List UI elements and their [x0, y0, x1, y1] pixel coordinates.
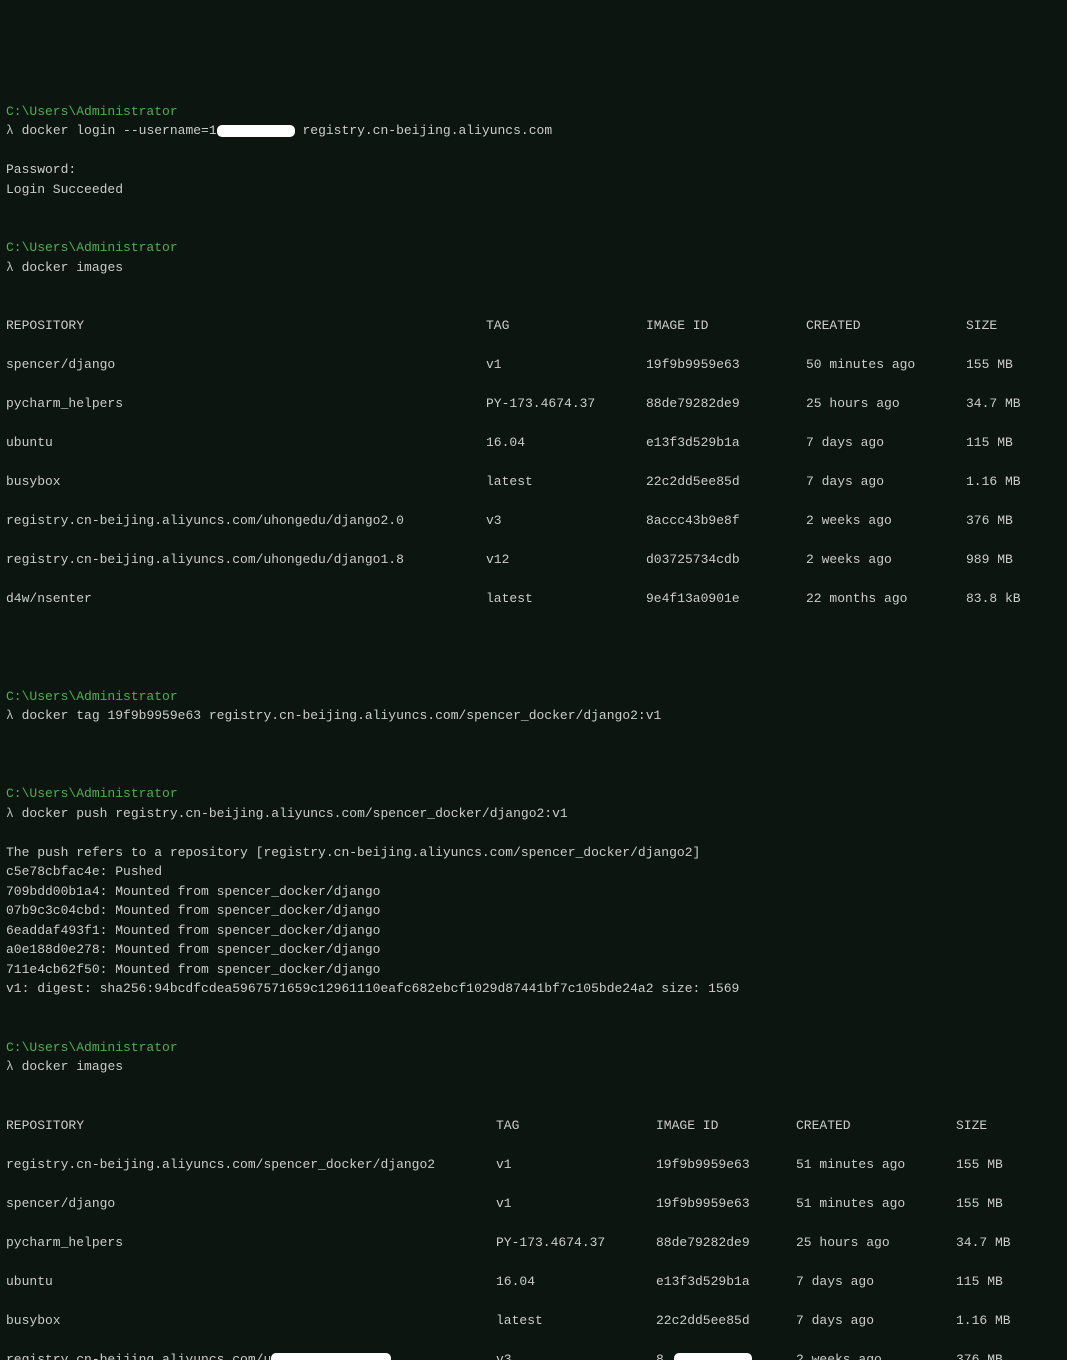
- push-output-line: v1: digest: sha256:94bcdfcdea5967571659c…: [6, 981, 739, 996]
- prompt-symbol: λ: [6, 708, 14, 723]
- table-row: d4w/nsenterlatest9e4f13a0901e22 months a…: [6, 589, 1061, 609]
- table-row: pycharm_helpersPY-173.4674.3788de79282de…: [6, 1233, 1061, 1253]
- table-row: busyboxlatest22c2dd5ee85d7 days ago1.16 …: [6, 1311, 1061, 1331]
- push-output-line: 6eaddaf493f1: Mounted from spencer_docke…: [6, 923, 380, 938]
- table-row: registry.cn-beijing.aliyuncs.com/uv382 w…: [6, 1350, 1061, 1360]
- redacted-username: [217, 125, 295, 137]
- table-row: registry.cn-beijing.aliyuncs.com/uhonged…: [6, 511, 1061, 531]
- prompt-path: C:\Users\Administrator: [6, 786, 178, 801]
- table-row: pycharm_helpersPY-173.4674.3788de79282de…: [6, 394, 1061, 414]
- command-push: docker push registry.cn-beijing.aliyuncs…: [22, 806, 568, 821]
- output-password: Password:: [6, 162, 76, 177]
- redacted-image-id: [674, 1353, 752, 1360]
- table-row: spencer/djangov119f9b9959e6350 minutes a…: [6, 355, 1061, 375]
- table-row: busyboxlatest22c2dd5ee85d7 days ago1.16 …: [6, 472, 1061, 492]
- push-output-line: The push refers to a repository [registr…: [6, 845, 700, 860]
- prompt-symbol: λ: [6, 1059, 14, 1074]
- redacted-repo: [271, 1353, 391, 1360]
- terminal-output[interactable]: C:\Users\Administrator λ docker login --…: [6, 82, 1061, 1360]
- table-row: registry.cn-beijing.aliyuncs.com/spencer…: [6, 1155, 1061, 1175]
- push-output-line: c5e78cbfac4e: Pushed: [6, 864, 162, 879]
- images-table-1: REPOSITORYTAGIMAGE IDCREATEDSIZE spencer…: [6, 297, 1061, 629]
- prompt-symbol: λ: [6, 806, 14, 821]
- push-output-line: 711e4cb62f50: Mounted from spencer_docke…: [6, 962, 380, 977]
- command-images-1: docker images: [22, 260, 123, 275]
- output-login-success: Login Succeeded: [6, 182, 123, 197]
- push-output-line: 07b9c3c04cbd: Mounted from spencer_docke…: [6, 903, 380, 918]
- push-output-line: a0e188d0e278: Mounted from spencer_docke…: [6, 942, 380, 957]
- table-header: REPOSITORYTAGIMAGE IDCREATEDSIZE: [6, 316, 1061, 336]
- command-images-2: docker images: [22, 1059, 123, 1074]
- table-row: ubuntu16.04e13f3d529b1a7 days ago115 MB: [6, 1272, 1061, 1292]
- table-header: REPOSITORYTAGIMAGE IDCREATEDSIZE: [6, 1116, 1061, 1136]
- prompt-path: C:\Users\Administrator: [6, 689, 178, 704]
- command-login: docker login --username=1 registry.cn-be…: [22, 123, 553, 138]
- table-row: registry.cn-beijing.aliyuncs.com/uhonged…: [6, 550, 1061, 570]
- table-row: ubuntu16.04e13f3d529b1a7 days ago115 MB: [6, 433, 1061, 453]
- table-row: spencer/djangov119f9b9959e6351 minutes a…: [6, 1194, 1061, 1214]
- push-output-line: 709bdd00b1a4: Mounted from spencer_docke…: [6, 884, 380, 899]
- prompt-path: C:\Users\Administrator: [6, 240, 178, 255]
- images-table-2: REPOSITORYTAGIMAGE IDCREATEDSIZE registr…: [6, 1096, 1061, 1360]
- prompt-path: C:\Users\Administrator: [6, 1040, 178, 1055]
- prompt-path: C:\Users\Administrator: [6, 104, 178, 119]
- command-tag: docker tag 19f9b9959e63 registry.cn-beij…: [22, 708, 662, 723]
- prompt-symbol: λ: [6, 123, 14, 138]
- prompt-symbol: λ: [6, 260, 14, 275]
